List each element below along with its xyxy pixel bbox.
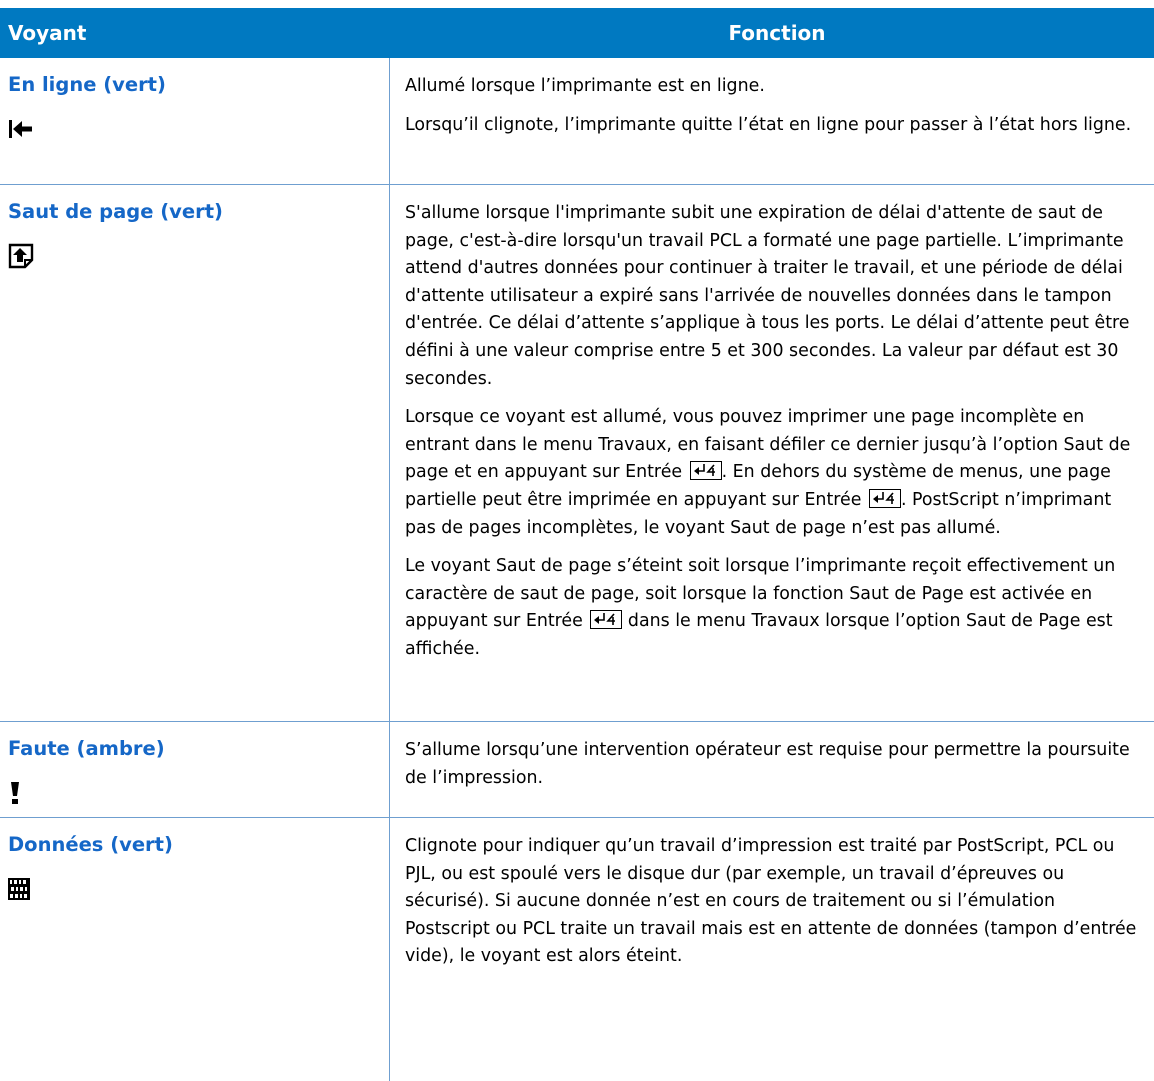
function-text: Allumé lorsque l’imprimante est en ligne…: [405, 76, 765, 96]
indicator-cell: Données (vert): [0, 818, 390, 1081]
function-text: Lorsqu’il clignote, l’imprimante quitte …: [405, 114, 1132, 135]
function-text: S’allume lorsqu’une intervention opérate…: [405, 740, 1130, 788]
indicator-cell: Saut de page (vert): [0, 185, 390, 721]
table-row: En ligne (vert) Allumé lorsque l’imprima…: [0, 58, 1154, 185]
function-cell: Allumé lorsque l’imprimante est en ligne…: [390, 58, 1154, 184]
table-header: Voyant Fonction: [0, 8, 1154, 58]
function-text: Clignote pour indiquer qu’un travail d’i…: [405, 836, 1137, 967]
function-text: Lorsque ce voyant est allumé, vous pouve…: [405, 407, 1131, 538]
data-binary-icon: [8, 875, 381, 903]
table-row: Données (vert) Clignote pour indiquer qu…: [0, 818, 1154, 1081]
function-text: Le voyant Saut de page s’éteint soit lor…: [405, 556, 1116, 659]
exclamation-icon: [8, 779, 381, 807]
function-cell: Clignote pour indiquer qu’un travail d’i…: [390, 818, 1154, 1081]
function-cell: S'allume lorsque l'imprimante subit une …: [390, 185, 1154, 721]
table-row: Faute (ambre) S’allume lorsqu’une interv…: [0, 722, 1154, 818]
indicator-cell: Faute (ambre): [0, 722, 390, 817]
enter-key-icon: [590, 610, 623, 630]
led-function-table: Voyant Fonction En ligne (vert) Allumé l…: [0, 8, 1154, 1081]
indicator-label: Données (vert): [8, 833, 173, 856]
indicator-label: Saut de page (vert): [8, 200, 223, 223]
indicator-label: Faute (ambre): [8, 737, 165, 760]
function-text: S'allume lorsque l'imprimante subit une …: [405, 203, 1130, 389]
indicator-cell: En ligne (vert): [0, 58, 390, 184]
header-voyant: Voyant: [8, 21, 87, 45]
header-fonction: Fonction: [728, 21, 826, 45]
enter-key-icon: [689, 461, 722, 481]
form-feed-icon: [8, 242, 381, 270]
indicator-label: En ligne (vert): [8, 73, 166, 96]
enter-key-icon: [868, 488, 901, 508]
table-row: Saut de page (vert) S'allume lorsque l'i…: [0, 185, 1154, 722]
online-arrow-icon: [8, 115, 381, 143]
function-cell: S’allume lorsqu’une intervention opérate…: [390, 722, 1154, 817]
